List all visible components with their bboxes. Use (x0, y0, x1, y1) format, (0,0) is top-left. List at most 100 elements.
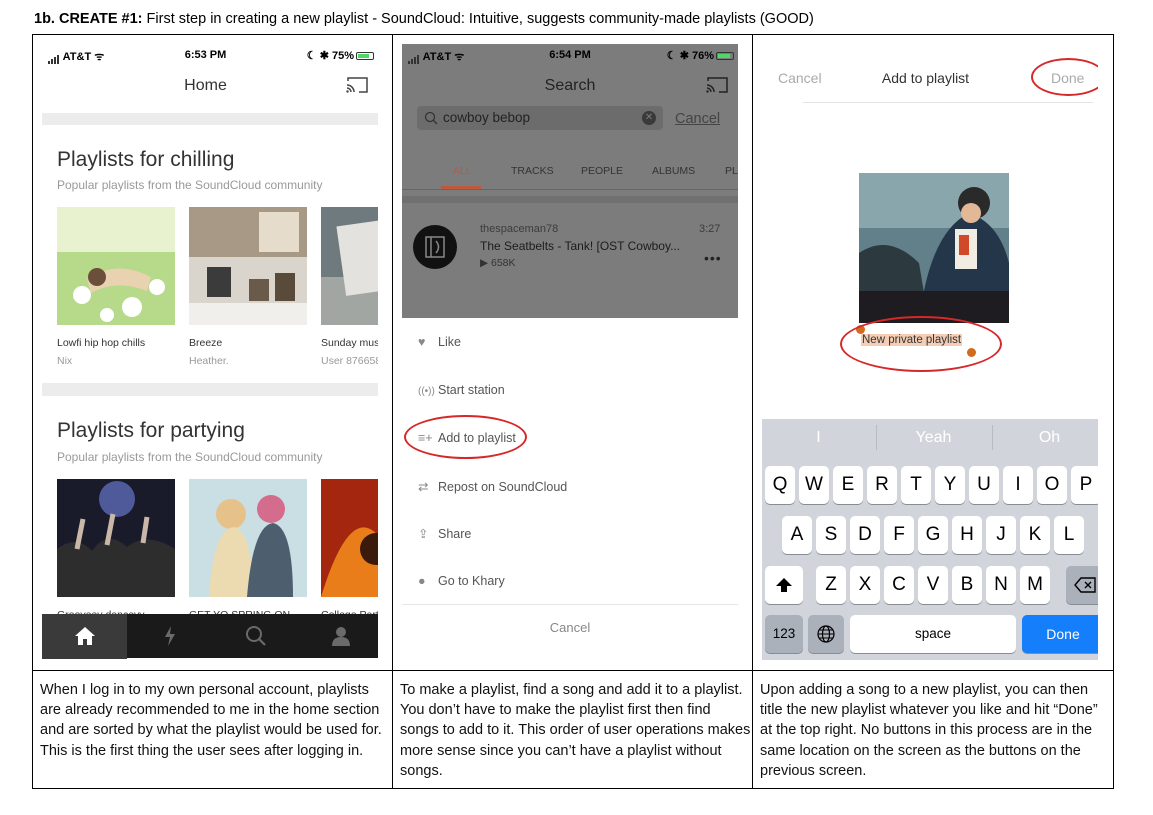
playlist-title[interactable]: Breeze (189, 337, 222, 349)
menu-go-to-artist[interactable]: ● Go to Khary (418, 574, 505, 588)
caption-home: When I log in to my own personal account… (40, 682, 382, 759)
menu-cancel-button[interactable]: Cancel (402, 620, 738, 635)
tab-albums[interactable]: ALBUMS (652, 165, 695, 177)
tab-tracks[interactable]: TRACKS (511, 165, 554, 177)
suggestion-1[interactable]: I (762, 419, 875, 456)
key-y[interactable]: Y (935, 466, 965, 504)
repost-icon: ⇄ (418, 480, 429, 494)
track-artwork[interactable] (413, 225, 457, 269)
battery-icon (356, 52, 374, 61)
more-options-icon[interactable]: ••• (704, 250, 722, 266)
header-divider (803, 102, 1093, 103)
tab-people[interactable]: PEOPLE (581, 165, 623, 177)
playlist-title[interactable]: Lowfi hip hop chills (57, 337, 145, 349)
key-e[interactable]: E (833, 466, 863, 504)
key-p[interactable]: P (1071, 466, 1098, 504)
search-value: cowboy bebop (443, 110, 531, 125)
playlist-cover-college[interactable] (321, 479, 378, 597)
key-x[interactable]: X (850, 566, 880, 604)
key-r[interactable]: R (867, 466, 897, 504)
playlist-cover-grooveey[interactable] (57, 479, 175, 597)
key-b[interactable]: B (952, 566, 982, 604)
active-tab-indicator (441, 186, 481, 189)
menu-repost[interactable]: ⇄ Repost on SoundCloud (418, 479, 567, 494)
menu-start-station[interactable]: ((•)) Start station (418, 383, 505, 397)
tab-all[interactable]: ALL (453, 165, 472, 177)
key-j[interactable]: J (986, 516, 1016, 554)
playlist-cover-sunday[interactable] (321, 207, 378, 325)
menu-item-label: Repost on SoundCloud (438, 480, 568, 494)
key-w[interactable]: W (799, 466, 829, 504)
tab-playlists[interactable]: PL (725, 165, 738, 177)
cover-image (859, 173, 1009, 323)
key-s[interactable]: S (816, 516, 846, 554)
share-icon: ⇪ (418, 527, 429, 541)
heart-icon: ♥ (418, 335, 426, 349)
key-a[interactable]: A (782, 516, 812, 554)
cast-icon[interactable] (346, 77, 368, 93)
section-separator (402, 196, 738, 203)
suggestion-2[interactable]: Yeah (877, 419, 990, 456)
clear-icon[interactable]: ✕ (642, 111, 656, 125)
menu-share[interactable]: ⇪ Share (418, 526, 471, 541)
playlist-title[interactable]: Sunday music (321, 337, 378, 349)
shift-key[interactable] (765, 566, 803, 604)
track-artist[interactable]: thespaceman78 (480, 223, 558, 235)
key-l[interactable]: L (1054, 516, 1084, 554)
playlist-cover-lowfi[interactable] (57, 207, 175, 325)
suggestion-3[interactable]: Oh (993, 419, 1098, 456)
status-bar: AT&T ᯤ 6:53 PM ☾ ✱ 75% (33, 44, 378, 66)
section-separator (42, 113, 378, 125)
tab-stream[interactable] (127, 614, 212, 659)
globe-key[interactable] (808, 615, 844, 653)
key-k[interactable]: K (1020, 516, 1050, 554)
track-duration: 3:27 (699, 223, 721, 235)
key-n[interactable]: N (986, 566, 1016, 604)
key-i[interactable]: I (1003, 466, 1033, 504)
numbers-key[interactable]: 123 (765, 615, 803, 653)
battery-icon (716, 52, 734, 61)
playlist-cover-breeze[interactable] (189, 207, 307, 325)
key-t[interactable]: T (901, 466, 931, 504)
key-h[interactable]: H (952, 516, 982, 554)
playlist-cover-art (859, 173, 1009, 323)
menu-item-label: Share (438, 527, 472, 541)
section-subtitle: Popular playlists from the SoundCloud co… (57, 178, 323, 192)
track-title[interactable]: The Seatbelts - Tank! [OST Cowboy... (480, 239, 680, 253)
key-z[interactable]: Z (816, 566, 846, 604)
caption-add-to-playlist: Upon adding a song to a new playlist, yo… (760, 682, 1098, 779)
tab-profile[interactable] (297, 614, 378, 659)
screenshot-home: AT&T ᯤ 6:53 PM ☾ ✱ 75% Home Playlists fo… (33, 44, 378, 660)
track-plays: ▶ 658K (480, 257, 516, 269)
key-m[interactable]: M (1020, 566, 1050, 604)
section-subtitle: Popular playlists from the SoundCloud co… (57, 450, 323, 464)
key-g[interactable]: G (918, 516, 948, 554)
tab-bar (42, 614, 378, 659)
tab-home[interactable] (42, 614, 127, 659)
key-u[interactable]: U (969, 466, 999, 504)
cast-icon[interactable] (706, 77, 728, 93)
battery-percent: 75% (331, 50, 354, 62)
key-c[interactable]: C (884, 566, 914, 604)
space-key[interactable]: space (850, 615, 1016, 653)
key-o[interactable]: O (1037, 466, 1067, 504)
menu-like[interactable]: ♥ Like (418, 335, 461, 349)
stream-icon (165, 626, 175, 646)
delete-key[interactable] (1066, 566, 1098, 604)
menu-item-label: Start station (438, 383, 505, 397)
nav-title: Home (184, 77, 227, 94)
keyboard-done-key[interactable]: Done (1022, 615, 1098, 653)
playlist-cover-spring[interactable] (189, 479, 307, 597)
key-f[interactable]: F (884, 516, 914, 554)
key-q[interactable]: Q (765, 466, 795, 504)
tab-search[interactable] (212, 614, 297, 659)
keyboard: I Yeah Oh Q W E R T Y U I O P A S D F G … (762, 419, 1098, 660)
search-icon (424, 111, 438, 125)
key-d[interactable]: D (850, 516, 880, 554)
search-input[interactable]: cowboy bebop ✕ (417, 106, 663, 130)
page-heading: 1b. CREATE #1: First step in creating a … (34, 11, 814, 27)
key-v[interactable]: V (918, 566, 948, 604)
moon-icon: ☾ (666, 50, 677, 62)
search-cancel-button[interactable]: Cancel (675, 111, 720, 127)
moon-icon: ☾ (306, 50, 317, 62)
